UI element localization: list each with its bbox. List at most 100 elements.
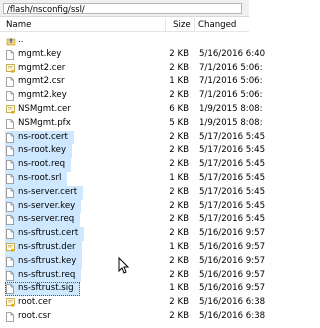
file-row[interactable]: ns-server.cert 2 KB 5/17/2016 5:45	[0, 185, 265, 200]
file-size: 2 KB	[169, 145, 189, 156]
file-name-cell[interactable]: ns-root.req	[5, 158, 71, 172]
file-name-cell[interactable]: ns-server.key	[5, 199, 81, 214]
file-icon	[6, 118, 14, 129]
file-name: mgmt2.cer	[18, 62, 66, 73]
file-row[interactable]: ns-sftrust.der 1 KB 5/16/2016 9:57	[0, 240, 265, 255]
file-row[interactable]: ns-root.srl 1 KB 5/17/2016 5:45	[0, 171, 265, 186]
file-name-cell[interactable]: root.csr	[5, 310, 57, 324]
certificate-icon	[6, 105, 15, 115]
file-icon	[6, 284, 14, 295]
file-name-cell[interactable]: ns-root.key	[5, 144, 72, 159]
file-changed: 5/16/2016 9:57	[199, 228, 266, 239]
file-changed: 5/17/2016 5:45	[199, 131, 266, 142]
file-changed: 5/16/2016 6:40	[199, 48, 266, 59]
file-row[interactable]: root.cer 2 KB 5/16/2016 6:38	[0, 296, 265, 310]
file-row[interactable]: mgmt.key 2 KB 5/16/2016 6:40	[0, 48, 265, 62]
file-name: mgmt2.csr	[18, 76, 65, 87]
mouse-cursor-icon	[118, 257, 130, 274]
file-changed: 1/9/2015 8:08:	[199, 103, 263, 114]
file-icon	[6, 215, 14, 226]
file-row[interactable]: root.csr 2 KB 5/16/2016 6:38	[0, 310, 265, 324]
file-row[interactable]: ns-sftrust.cert 2 KB 5/16/2016 9:57	[0, 227, 265, 241]
file-name-cell[interactable]: ns-root.cert	[5, 130, 74, 145]
certificate-icon	[6, 63, 15, 74]
file-size: 2 KB	[169, 62, 189, 73]
file-name-cell[interactable]: ns-server.cert	[5, 185, 83, 200]
file-row[interactable]: ns-server.key 2 KB 5/17/2016 5:45	[0, 199, 265, 214]
file-size: 2 KB	[169, 214, 189, 225]
file-name: NSMgmt.cer	[18, 103, 71, 114]
file-name: ns-root.cert	[18, 131, 68, 142]
file-name: ns-root.key	[18, 145, 67, 156]
file-name-cell[interactable]: mgmt2.csr	[5, 75, 71, 89]
file-icon	[6, 77, 14, 88]
file-icon	[6, 49, 14, 60]
file-row[interactable]: mgmt2.key 2 KB 7/1/2016 5:06:	[0, 89, 263, 103]
file-icon	[6, 160, 14, 171]
file-size: 2 KB	[169, 131, 189, 142]
file-row[interactable]: ns-root.key 2 KB 5/17/2016 5:45	[0, 144, 265, 159]
column-changed-header[interactable]: Changed	[198, 20, 236, 30]
file-row[interactable]: ns-root.cert 2 KB 5/17/2016 5:45	[0, 130, 265, 145]
file-name-cell[interactable]: ns-sftrust.key	[5, 254, 82, 269]
file-changed: 5/16/2016 6:38	[199, 310, 266, 321]
file-row[interactable]: ns-root.req 2 KB 5/17/2016 5:45	[0, 158, 265, 172]
file-name: mgmt2.key	[18, 90, 67, 101]
file-name-cell[interactable]: NSMgmt.pfx	[5, 117, 77, 131]
file-size: 1 KB	[169, 241, 189, 252]
file-row[interactable]: ..	[0, 34, 249, 48]
file-changed: 5/16/2016 9:57	[199, 255, 266, 266]
file-name: ns-sftrust.key	[18, 255, 77, 266]
file-name-cell[interactable]: ..	[5, 34, 29, 48]
file-list: .. mgmt.key 2 KB 5/16/2016 6:40 mgmt2.cer 2 K…	[0, 34, 265, 324]
file-size: 2 KB	[169, 269, 189, 280]
file-name: ns-sftrust.req	[18, 269, 76, 280]
file-row[interactable]: NSMgmt.cer 6 KB 1/9/2015 8:08:	[0, 103, 263, 117]
file-changed: 5/17/2016 5:45	[199, 214, 266, 225]
file-name-cell[interactable]: ns-root.srl	[5, 171, 67, 186]
file-icon	[6, 229, 14, 240]
file-name: ns-server.key	[18, 200, 76, 211]
file-name-cell[interactable]: mgmt2.key	[5, 89, 73, 103]
file-name-cell[interactable]: mgmt2.cer	[5, 62, 71, 76]
column-header: Name Size Changed	[0, 18, 249, 32]
file-name-cell[interactable]: NSMgmt.cer	[5, 103, 77, 117]
file-size: 6 KB	[169, 103, 189, 114]
parent-folder-icon	[6, 36, 16, 46]
file-row[interactable]: ns-sftrust.sig 1 KB 5/16/2016 9:57	[0, 282, 265, 297]
file-name-cell[interactable]: ns-server.req	[5, 213, 80, 228]
file-changed: 5/17/2016 5:45	[199, 159, 266, 170]
column-name-header[interactable]: Name	[6, 20, 31, 30]
file-name-cell[interactable]: mgmt.key	[5, 48, 67, 62]
file-name: ns-root.srl	[18, 172, 62, 183]
file-name-cell[interactable]: ns-sftrust.cert	[5, 227, 84, 241]
file-changed: 5/17/2016 5:45	[199, 172, 266, 183]
file-name-cell[interactable]: root.cer	[5, 296, 58, 310]
file-size: 1 KB	[169, 172, 189, 183]
file-name: ns-sftrust.der	[18, 241, 76, 252]
file-name: mgmt.key	[18, 48, 62, 59]
file-name: ns-sftrust.cert	[18, 228, 79, 239]
file-row[interactable]: mgmt2.cer 2 KB 7/1/2016 5:06:	[0, 62, 263, 76]
path-text[interactable]: /flash/nsconfig/ssl/	[3, 3, 242, 14]
file-name-cell[interactable]: ns-sftrust.req	[5, 268, 81, 283]
file-row[interactable]: ns-server.req 2 KB 5/17/2016 5:45	[0, 213, 265, 228]
file-size: 1 KB	[169, 76, 189, 87]
column-size-header[interactable]: Size	[173, 20, 191, 30]
column-divider[interactable]	[194, 18, 195, 31]
file-size: 2 KB	[169, 159, 189, 170]
file-size: 2 KB	[169, 297, 189, 308]
file-changed: 5/16/2016 9:57	[199, 283, 266, 294]
file-row[interactable]: mgmt2.csr 1 KB 7/1/2016 5:06:	[0, 75, 263, 89]
file-changed: 5/16/2016 9:57	[199, 241, 266, 252]
file-icon	[6, 256, 14, 267]
path-bar[interactable]: /flash/nsconfig/ssl/	[0, 0, 249, 17]
file-size: 5 KB	[169, 117, 189, 128]
file-name-cell[interactable]: ns-sftrust.der	[5, 240, 82, 255]
file-name-cell[interactable]: ns-sftrust.sig	[5, 282, 80, 297]
column-divider[interactable]	[165, 18, 166, 31]
file-icon	[6, 132, 14, 143]
file-size: 2 KB	[169, 255, 189, 266]
file-row[interactable]: NSMgmt.pfx 5 KB 1/9/2015 8:08:	[0, 117, 263, 131]
file-icon	[6, 146, 14, 157]
